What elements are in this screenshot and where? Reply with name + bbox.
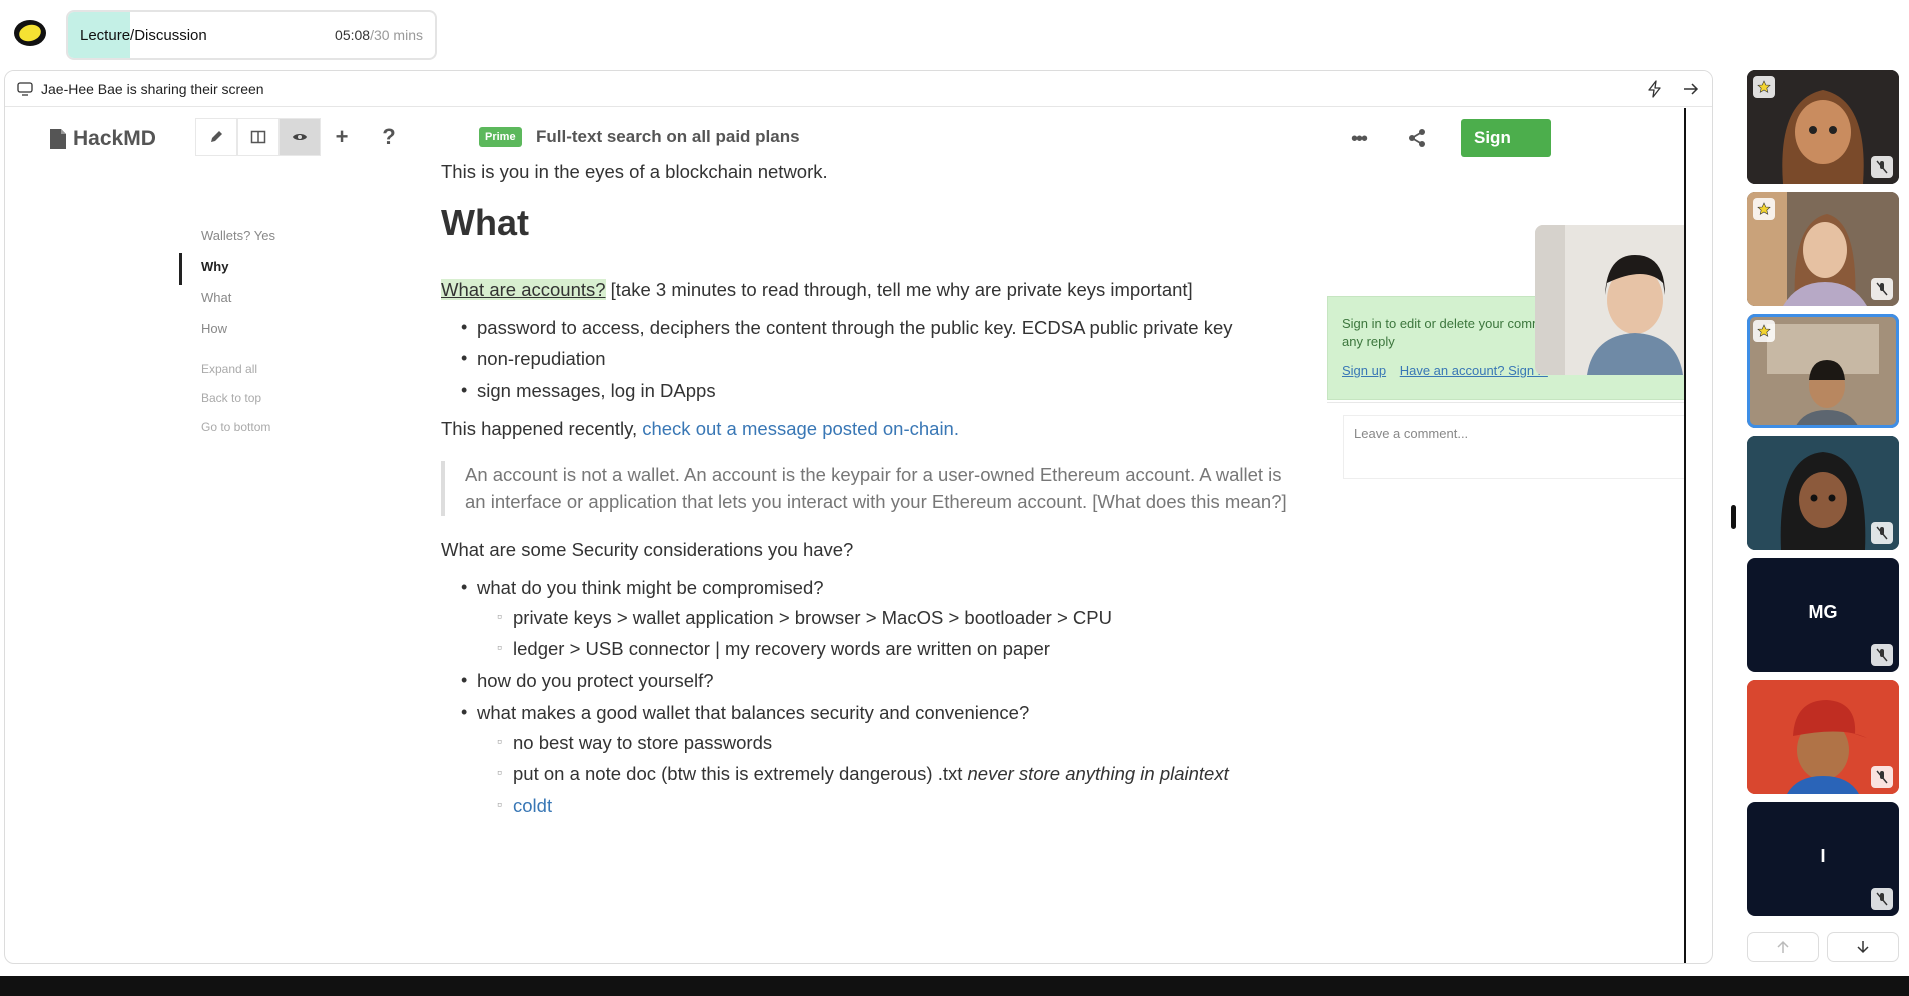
onchain-message-link[interactable]: check out a message posted on-chain.	[642, 418, 959, 439]
list-item: no best way to store passwords	[477, 729, 1291, 757]
share-icon[interactable]	[1407, 128, 1427, 148]
session-timer[interactable]: Lecture/Discussion 05:08/30 mins	[66, 10, 437, 60]
toc-item-what[interactable]: What	[179, 290, 349, 321]
shared-screen: HackMD + ? Prime Full-text search on all…	[31, 108, 1686, 963]
list-item: sign messages, log in DApps	[441, 377, 1291, 405]
presenter-video-image	[1535, 225, 1684, 375]
session-time: 05:08/30 mins	[335, 27, 423, 43]
scroll-down-button[interactable]	[1827, 932, 1899, 962]
table-of-contents: Wallets? Yes Why What How Expand all Bac…	[179, 228, 349, 449]
have-account-link[interactable]: Have an account? Sign in	[1400, 363, 1548, 378]
security-bullets: what do you think might be compromised? …	[441, 574, 1291, 820]
toc-go-to-bottom[interactable]: Go to bottom	[179, 420, 349, 449]
participant-tile-2[interactable]	[1747, 192, 1899, 306]
eye-icon	[293, 134, 307, 140]
coldt-link[interactable]: coldt	[513, 795, 552, 816]
mic-muted-icon	[1871, 156, 1893, 178]
comment-input-area: Leave a comment...	[1327, 402, 1684, 514]
mic-muted-icon	[1871, 522, 1893, 544]
doc-happened-paragraph: This happened recently, check out a mess…	[441, 417, 959, 439]
participant-tile-6[interactable]	[1747, 680, 1899, 794]
screen-share-panel: Jae-Hee Bae is sharing their screen Hack…	[4, 70, 1713, 964]
list-item: non-repudiation	[441, 345, 1291, 373]
toc-expand-all[interactable]: Expand all	[179, 362, 349, 391]
list-item: ledger > USB connector | my recovery wor…	[477, 635, 1291, 663]
list-item: what makes a good wallet that balances s…	[441, 699, 1291, 820]
arrow-down-icon	[1857, 941, 1869, 954]
mic-muted-icon	[1871, 278, 1893, 300]
plus-icon[interactable]: +	[331, 124, 353, 149]
screen-share-header: Jae-Hee Bae is sharing their screen	[5, 71, 1712, 107]
columns-icon	[250, 130, 266, 144]
prime-badge: Prime	[479, 127, 522, 147]
participant-tile-1[interactable]	[1747, 70, 1899, 184]
star-icon[interactable]	[1753, 76, 1775, 98]
doc-security-question: What are some Security considerations yo…	[441, 539, 854, 560]
participant-tile-5[interactable]: MG	[1747, 558, 1899, 672]
accounts-link[interactable]: What are accounts?	[441, 278, 606, 300]
participant-tile-7[interactable]: I	[1747, 802, 1899, 916]
view-mode-button[interactable]	[279, 118, 321, 156]
resize-handle[interactable]	[1731, 505, 1736, 529]
toc-item-wallets[interactable]: Wallets? Yes	[179, 228, 349, 259]
doc-accounts-paragraph: What are accounts? [take 3 minutes to re…	[441, 278, 1193, 300]
view-mode-group	[195, 118, 321, 156]
toc-item-why[interactable]: Why	[179, 253, 349, 290]
participant-tile-4[interactable]	[1747, 436, 1899, 550]
toc-item-how[interactable]: How	[179, 321, 349, 352]
document-icon	[50, 129, 66, 149]
participant-tile-3[interactable]	[1747, 314, 1899, 428]
participant-initials: I	[1820, 846, 1826, 866]
accounts-bullets: password to access, deciphers the conten…	[441, 314, 1291, 405]
pencil-icon	[211, 131, 222, 142]
session-title: Lecture/Discussion	[80, 27, 207, 44]
split-mode-button[interactable]	[237, 118, 279, 156]
list-item: put on a note doc (btw this is extremely…	[477, 760, 1291, 788]
screen-share-status: Jae-Hee Bae is sharing their screen	[41, 81, 264, 97]
app-logo-icon[interactable]	[12, 17, 48, 49]
lightning-icon[interactable]	[1646, 80, 1664, 98]
prime-promo-text[interactable]: Full-text search on all paid plans	[536, 127, 800, 147]
hackmd-logo[interactable]: HackMD	[49, 127, 156, 151]
list-item: what do you think might be compromised? …	[441, 574, 1291, 663]
doc-heading: What	[441, 201, 529, 243]
screen-share-icon	[17, 82, 33, 96]
help-icon[interactable]: ?	[378, 124, 400, 149]
list-item: password to access, deciphers the conten…	[441, 314, 1291, 342]
sign-in-button[interactable]: Sign	[1461, 119, 1551, 157]
scroll-up-button[interactable]	[1747, 932, 1819, 962]
arrow-up-icon	[1777, 940, 1789, 953]
bottom-bar	[0, 976, 1909, 996]
mic-muted-icon	[1871, 888, 1893, 910]
presenter-video[interactable]	[1535, 225, 1684, 375]
sign-up-link[interactable]: Sign up	[1342, 363, 1386, 378]
more-icon[interactable]: •••	[1351, 128, 1368, 151]
edit-mode-button[interactable]	[195, 118, 237, 156]
comment-field[interactable]: Leave a comment...	[1343, 415, 1684, 479]
star-icon[interactable]	[1753, 320, 1775, 342]
document-content: This is you in the eyes of a blockchain …	[441, 158, 1291, 830]
doc-intro: This is you in the eyes of a blockchain …	[441, 161, 828, 182]
participant-initials: MG	[1808, 602, 1838, 622]
star-icon[interactable]	[1753, 198, 1775, 220]
doc-quote: An account is not a wallet. An account i…	[441, 460, 1291, 516]
mic-muted-icon	[1871, 644, 1893, 666]
toc-back-to-top[interactable]: Back to top	[179, 391, 349, 420]
list-item: private keys > wallet application > brow…	[477, 604, 1291, 632]
arrow-right-icon[interactable]	[1682, 80, 1700, 98]
mic-muted-icon	[1871, 766, 1893, 788]
list-item: coldt	[477, 792, 1291, 820]
list-item: how do you protect yourself?	[441, 667, 1291, 695]
